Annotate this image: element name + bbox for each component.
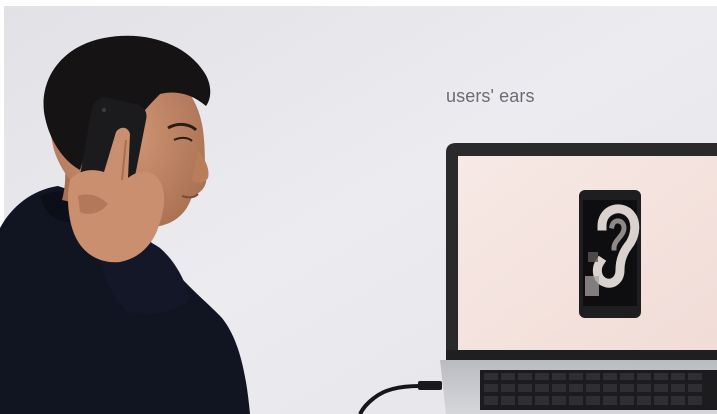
top-margin [0,0,717,6]
video-frame: users' ears [0,0,717,414]
laptop-usb-plug [418,381,442,390]
screen-phone [579,190,641,318]
laptop-bezel-bottom [446,350,717,360]
scene-illustration [0,0,717,414]
ear-lobe [585,276,599,296]
phone-camera [101,107,107,113]
caption-text: users' ears [446,86,535,106]
ear-pixel-a [588,252,598,262]
laptop [418,143,717,414]
